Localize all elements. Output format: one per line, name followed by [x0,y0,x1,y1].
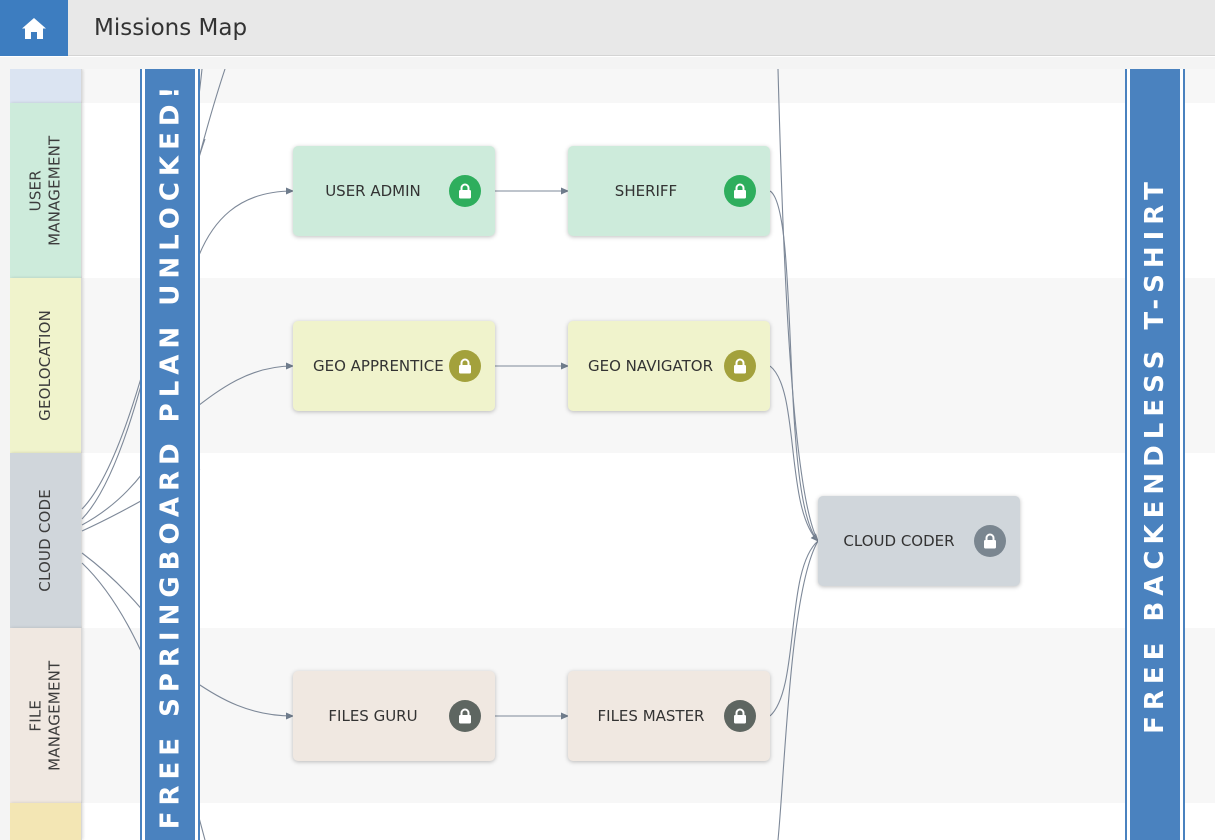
reward-banner-right[interactable]: FREE BACKENDLESS T-SHIRT [1125,69,1185,840]
mission-label: FILES GURU [328,707,418,725]
mission-label: GEO APPRENTICE [313,357,444,375]
reward-banner-left[interactable]: FREE SPRINGBOARD PLAN UNLOCKED! [140,69,200,840]
lock-icon [449,175,481,207]
banner-label: FREE BACKENDLESS T-SHIRT [1140,175,1170,734]
mission-geo-navigator[interactable]: GEO NAVIGATOR [568,321,770,411]
mission-label: USER ADMIN [325,182,421,200]
map-canvas: USER MANAGEMENT GEOLOCATION CLOUD CODE F… [10,69,1215,840]
mission-user-admin[interactable]: USER ADMIN [293,146,495,236]
mission-files-guru[interactable]: FILES GURU [293,671,495,761]
home-button[interactable] [0,0,68,56]
mission-files-master[interactable]: FILES MASTER [568,671,770,761]
top-bar: Missions Map [0,0,1215,56]
mission-label: FILES MASTER [597,707,705,725]
mission-geo-apprentice[interactable]: GEO APPRENTICE [293,321,495,411]
banner-label: FREE SPRINGBOARD PLAN UNLOCKED! [155,80,185,829]
mission-label: CLOUD CODER [843,532,955,550]
lock-icon [449,350,481,382]
lock-icon [449,700,481,732]
lock-icon [974,525,1006,557]
lock-icon [724,700,756,732]
mission-sheriff[interactable]: SHERIFF [568,146,770,236]
missions-map[interactable]: USER MANAGEMENT GEOLOCATION CLOUD CODE F… [0,57,1215,840]
mission-cloud-coder[interactable]: CLOUD CODER [818,496,1020,586]
lock-icon [724,175,756,207]
page-title: Missions Map [94,15,248,41]
lock-icon [724,350,756,382]
mission-label: GEO NAVIGATOR [588,357,713,375]
mission-label: SHERIFF [614,182,678,200]
home-icon [22,18,46,39]
